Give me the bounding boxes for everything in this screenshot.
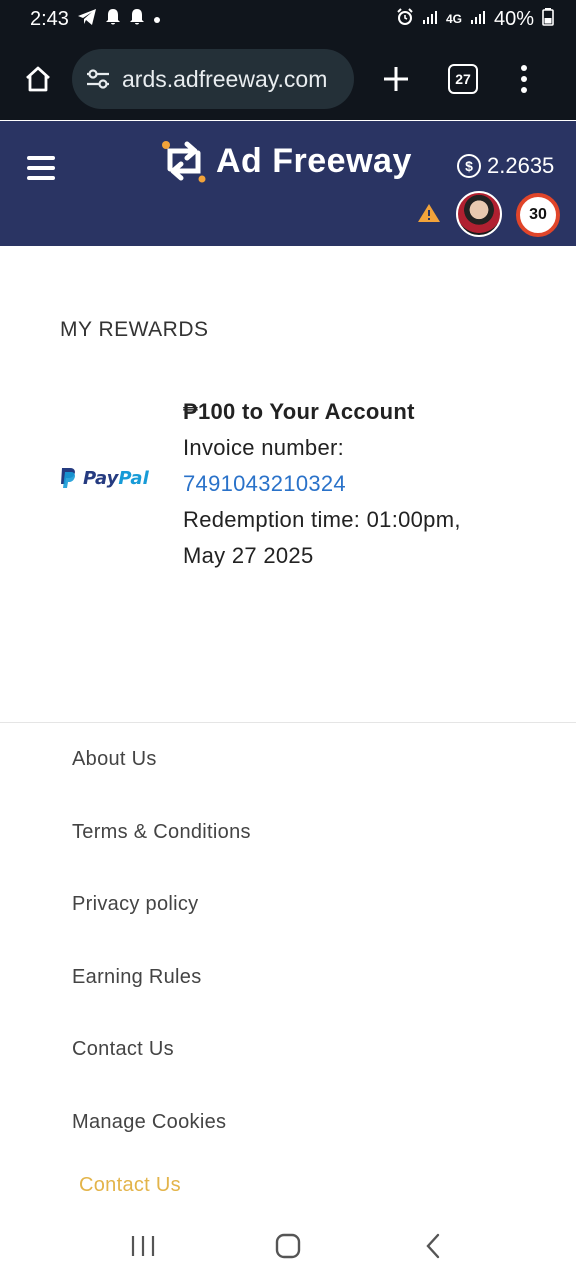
url-text[interactable]: ards.adfreeway.com	[122, 66, 327, 93]
signal-icon-2	[470, 9, 486, 30]
invoice-number-link[interactable]: 7491043210324	[183, 466, 523, 502]
tab-switcher-button[interactable]: 27	[448, 64, 478, 94]
page-title: MY REWARDS	[60, 318, 209, 341]
plus-icon	[384, 67, 408, 91]
reward-details: ₱100 to Your Account Invoice number: 749…	[183, 394, 523, 574]
paypal-logo: PayPal	[59, 467, 149, 489]
telegram-icon	[77, 8, 97, 31]
paypal-icon	[61, 468, 75, 488]
recent-apps-button[interactable]	[113, 1221, 173, 1271]
status-time: 2:43	[30, 7, 69, 30]
warning-icon[interactable]	[417, 203, 441, 228]
back-chevron-icon	[426, 1233, 440, 1259]
new-tab-button[interactable]	[376, 59, 416, 99]
back-nav-button[interactable]	[403, 1221, 463, 1271]
dollar-coin-icon: $	[457, 154, 481, 178]
hamburger-menu-icon[interactable]	[27, 156, 55, 180]
reward-name: ₱100 to Your Account	[183, 399, 415, 424]
balance-value: 2.2635	[487, 153, 555, 178]
status-bar: 2:43 4G 40%	[0, 0, 576, 38]
menu-dot-icon	[521, 76, 527, 82]
footer-link-contact-us[interactable]: Contact Us	[72, 1032, 251, 1105]
home-nav-button[interactable]	[258, 1221, 318, 1271]
more-notifications-dot-icon	[153, 9, 161, 29]
redemption-date: May 27 2025	[183, 543, 314, 568]
points-balance[interactable]: $ 2.2635	[457, 153, 554, 179]
user-level-badge[interactable]: 30	[516, 193, 560, 237]
footer-link-manage-cookies[interactable]: Manage Cookies	[72, 1105, 251, 1178]
menu-dot-icon	[521, 87, 527, 93]
invoice-label: Invoice number:	[183, 435, 345, 460]
contact-us-highlight-link[interactable]: Contact Us	[79, 1174, 181, 1197]
logo-text: Ad Freeway	[216, 141, 412, 180]
footer-link-terms[interactable]: Terms & Conditions	[72, 815, 251, 888]
footer-link-privacy[interactable]: Privacy policy	[72, 887, 251, 960]
recent-apps-icon	[131, 1236, 154, 1256]
home-icon	[26, 66, 50, 92]
notification-bell-icon	[105, 8, 121, 31]
notification-bell-icon-2	[129, 8, 145, 31]
battery-percent: 40%	[493, 7, 534, 30]
footer-link-earning-rules[interactable]: Earning Rules	[72, 960, 251, 1033]
home-button[interactable]	[14, 55, 62, 103]
browser-toolbar: ards.adfreeway.com 27	[0, 38, 576, 120]
system-navigation-bar	[0, 1212, 576, 1280]
signal-icon	[422, 9, 438, 30]
network-type-label: 4G	[445, 12, 462, 26]
home-square-icon	[275, 1233, 301, 1259]
menu-dot-icon	[521, 65, 527, 71]
alarm-icon	[396, 7, 414, 31]
site-settings-icon[interactable]	[84, 65, 112, 93]
footer-divider	[0, 722, 576, 723]
paypal-wordmark: PayPal	[83, 467, 149, 489]
address-bar[interactable]: ards.adfreeway.com	[72, 49, 354, 109]
browser-menu-button[interactable]	[514, 65, 534, 93]
site-logo[interactable]: Ad Freeway	[160, 139, 412, 183]
user-avatar[interactable]	[456, 191, 502, 237]
redemption-time: Redemption time: 01:00pm,	[183, 507, 461, 532]
site-header: Ad Freeway $ 2.2635 30	[0, 121, 576, 246]
battery-icon	[542, 7, 554, 31]
footer-links: About Us Terms & Conditions Privacy poli…	[72, 742, 251, 1177]
adfreeway-logo-icon	[162, 141, 206, 183]
footer-link-about-us[interactable]: About Us	[72, 742, 251, 815]
